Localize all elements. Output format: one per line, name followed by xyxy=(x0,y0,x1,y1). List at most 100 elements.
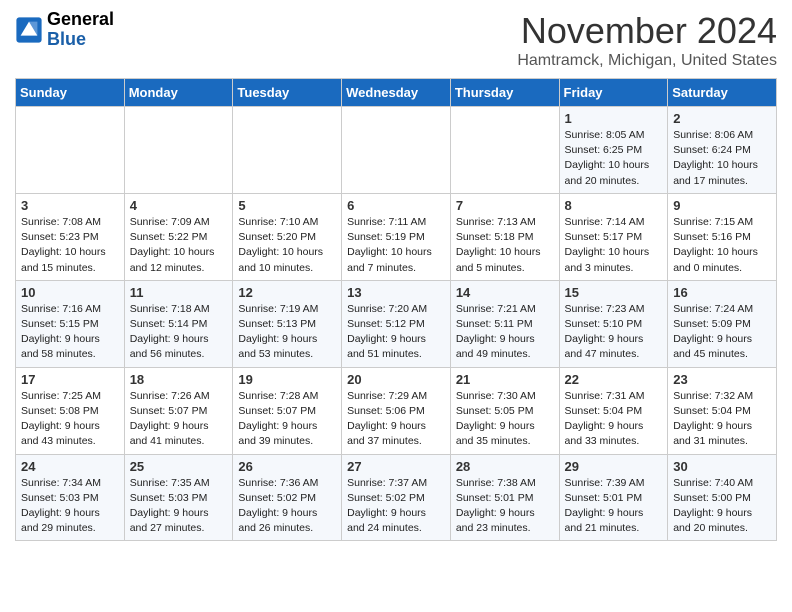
day-info: Sunrise: 7:21 AM Sunset: 5:11 PM Dayligh… xyxy=(456,302,554,363)
day-number: 4 xyxy=(130,198,228,213)
calendar-cell xyxy=(233,107,342,194)
day-info: Sunrise: 7:37 AM Sunset: 5:02 PM Dayligh… xyxy=(347,476,445,537)
calendar-cell: 6 Sunrise: 7:11 AM Sunset: 5:19 PM Daylig… xyxy=(342,193,451,280)
day-header-saturday: Saturday xyxy=(668,79,777,107)
day-info: Sunrise: 7:30 AM Sunset: 5:05 PM Dayligh… xyxy=(456,389,554,450)
calendar-cell: 2 Sunrise: 8:06 AM Sunset: 6:24 PM Daylig… xyxy=(668,107,777,194)
calendar-cell: 30Sunrise: 7:40 AM Sunset: 5:00 PM Dayli… xyxy=(668,454,777,541)
day-header-thursday: Thursday xyxy=(450,79,559,107)
calendar-cell: 27 Sunrise: 7:37 AM Sunset: 5:02 PM Dayli… xyxy=(342,454,451,541)
calendar-cell: 10 Sunrise: 7:16 AM Sunset: 5:15 PM Dayli… xyxy=(16,280,125,367)
calendar-cell: 25Sunrise: 7:35 AM Sunset: 5:03 PM Dayli… xyxy=(124,454,233,541)
day-number: 19 xyxy=(238,372,336,387)
day-info: Sunrise: 7:09 AM Sunset: 5:22 PM Dayligh… xyxy=(130,215,228,276)
day-number: 23 xyxy=(673,372,771,387)
title-block: November 2024 Hamtramck, Michigan, Unite… xyxy=(517,10,777,70)
week-row-5: 24 Sunrise: 7:34 AM Sunset: 5:03 PM Dayli… xyxy=(16,454,777,541)
calendar-cell: 22Sunrise: 7:31 AM Sunset: 5:04 PM Dayli… xyxy=(559,367,668,454)
logo: General Blue xyxy=(15,10,114,50)
day-number: 2 xyxy=(673,111,771,126)
logo-text: General Blue xyxy=(47,10,114,50)
calendar-cell xyxy=(342,107,451,194)
calendar-table: SundayMondayTuesdayWednesdayThursdayFrid… xyxy=(15,78,777,541)
page-header: General Blue November 2024 Hamtramck, Mi… xyxy=(15,10,777,70)
calendar-cell: 4 Sunrise: 7:09 AM Sunset: 5:22 PM Daylig… xyxy=(124,193,233,280)
day-number: 1 xyxy=(565,111,663,126)
calendar-cell xyxy=(450,107,559,194)
calendar-cell: 24 Sunrise: 7:34 AM Sunset: 5:03 PM Dayli… xyxy=(16,454,125,541)
day-number: 8 xyxy=(565,198,663,213)
calendar-cell: 11 Sunrise: 7:18 AM Sunset: 5:14 PM Dayli… xyxy=(124,280,233,367)
week-row-2: 3Sunrise: 7:08 AM Sunset: 5:23 PM Daylig… xyxy=(16,193,777,280)
calendar-cell: 13 Sunrise: 7:20 AM Sunset: 5:12 PM Dayli… xyxy=(342,280,451,367)
calendar-cell: 18 Sunrise: 7:26 AM Sunset: 5:07 PM Dayli… xyxy=(124,367,233,454)
day-number: 9 xyxy=(673,198,771,213)
day-number: 24 xyxy=(21,459,119,474)
day-number: 10 xyxy=(21,285,119,300)
calendar-cell: 5 Sunrise: 7:10 AM Sunset: 5:20 PM Daylig… xyxy=(233,193,342,280)
day-header-tuesday: Tuesday xyxy=(233,79,342,107)
day-info: Sunrise: 7:35 AM Sunset: 5:03 PM Dayligh… xyxy=(130,476,228,537)
day-info: Sunrise: 7:23 AM Sunset: 5:10 PM Dayligh… xyxy=(565,302,663,363)
day-info: Sunrise: 7:15 AM Sunset: 5:16 PM Dayligh… xyxy=(673,215,771,276)
day-info: Sunrise: 7:16 AM Sunset: 5:15 PM Dayligh… xyxy=(21,302,119,363)
calendar-cell: 8 Sunrise: 7:14 AM Sunset: 5:17 PM Daylig… xyxy=(559,193,668,280)
week-row-1: 1 Sunrise: 8:05 AM Sunset: 6:25 PM Daylig… xyxy=(16,107,777,194)
day-info: Sunrise: 7:36 AM Sunset: 5:02 PM Dayligh… xyxy=(238,476,336,537)
logo-icon xyxy=(15,16,43,44)
day-header-friday: Friday xyxy=(559,79,668,107)
calendar-cell: 12Sunrise: 7:19 AM Sunset: 5:13 PM Dayli… xyxy=(233,280,342,367)
day-info: Sunrise: 7:26 AM Sunset: 5:07 PM Dayligh… xyxy=(130,389,228,450)
day-number: 29 xyxy=(565,459,663,474)
week-row-4: 17Sunrise: 7:25 AM Sunset: 5:08 PM Dayli… xyxy=(16,367,777,454)
calendar-cell xyxy=(16,107,125,194)
calendar-cell: 9 Sunrise: 7:15 AM Sunset: 5:16 PM Daylig… xyxy=(668,193,777,280)
day-number: 28 xyxy=(456,459,554,474)
day-number: 7 xyxy=(456,198,554,213)
day-info: Sunrise: 8:05 AM Sunset: 6:25 PM Dayligh… xyxy=(565,128,663,189)
day-number: 27 xyxy=(347,459,445,474)
day-number: 30 xyxy=(673,459,771,474)
day-info: Sunrise: 7:13 AM Sunset: 5:18 PM Dayligh… xyxy=(456,215,554,276)
day-info: Sunrise: 7:18 AM Sunset: 5:14 PM Dayligh… xyxy=(130,302,228,363)
day-info: Sunrise: 7:32 AM Sunset: 5:04 PM Dayligh… xyxy=(673,389,771,450)
calendar-cell: 20 Sunrise: 7:29 AM Sunset: 5:06 PM Dayli… xyxy=(342,367,451,454)
day-info: Sunrise: 7:29 AM Sunset: 5:06 PM Dayligh… xyxy=(347,389,445,450)
calendar-cell: 7 Sunrise: 7:13 AM Sunset: 5:18 PM Daylig… xyxy=(450,193,559,280)
day-number: 20 xyxy=(347,372,445,387)
calendar-cell: 16Sunrise: 7:24 AM Sunset: 5:09 PM Dayli… xyxy=(668,280,777,367)
day-info: Sunrise: 7:11 AM Sunset: 5:19 PM Dayligh… xyxy=(347,215,445,276)
day-number: 5 xyxy=(238,198,336,213)
day-info: Sunrise: 7:14 AM Sunset: 5:17 PM Dayligh… xyxy=(565,215,663,276)
day-info: Sunrise: 7:34 AM Sunset: 5:03 PM Dayligh… xyxy=(21,476,119,537)
calendar-cell: 28 Sunrise: 7:38 AM Sunset: 5:01 PM Dayli… xyxy=(450,454,559,541)
day-number: 3 xyxy=(21,198,119,213)
day-header-sunday: Sunday xyxy=(16,79,125,107)
day-info: Sunrise: 7:24 AM Sunset: 5:09 PM Dayligh… xyxy=(673,302,771,363)
logo-blue: Blue xyxy=(47,29,86,49)
day-number: 17 xyxy=(21,372,119,387)
day-header-wednesday: Wednesday xyxy=(342,79,451,107)
day-number: 11 xyxy=(130,285,228,300)
day-info: Sunrise: 7:38 AM Sunset: 5:01 PM Dayligh… xyxy=(456,476,554,537)
logo-general: General xyxy=(47,9,114,29)
day-number: 26 xyxy=(238,459,336,474)
day-number: 12 xyxy=(238,285,336,300)
calendar-cell: 1 Sunrise: 8:05 AM Sunset: 6:25 PM Daylig… xyxy=(559,107,668,194)
day-info: Sunrise: 8:06 AM Sunset: 6:24 PM Dayligh… xyxy=(673,128,771,189)
days-header-row: SundayMondayTuesdayWednesdayThursdayFrid… xyxy=(16,79,777,107)
calendar-cell: 29Sunrise: 7:39 AM Sunset: 5:01 PM Dayli… xyxy=(559,454,668,541)
day-number: 6 xyxy=(347,198,445,213)
day-info: Sunrise: 7:10 AM Sunset: 5:20 PM Dayligh… xyxy=(238,215,336,276)
day-info: Sunrise: 7:20 AM Sunset: 5:12 PM Dayligh… xyxy=(347,302,445,363)
calendar-cell: 23 Sunrise: 7:32 AM Sunset: 5:04 PM Dayli… xyxy=(668,367,777,454)
day-number: 18 xyxy=(130,372,228,387)
calendar-cell xyxy=(124,107,233,194)
week-row-3: 10 Sunrise: 7:16 AM Sunset: 5:15 PM Dayli… xyxy=(16,280,777,367)
day-number: 13 xyxy=(347,285,445,300)
calendar-cell: 26 Sunrise: 7:36 AM Sunset: 5:02 PM Dayli… xyxy=(233,454,342,541)
day-info: Sunrise: 7:31 AM Sunset: 5:04 PM Dayligh… xyxy=(565,389,663,450)
calendar-cell: 19Sunrise: 7:28 AM Sunset: 5:07 PM Dayli… xyxy=(233,367,342,454)
calendar-cell: 17Sunrise: 7:25 AM Sunset: 5:08 PM Dayli… xyxy=(16,367,125,454)
month-title: November 2024 xyxy=(517,10,777,52)
